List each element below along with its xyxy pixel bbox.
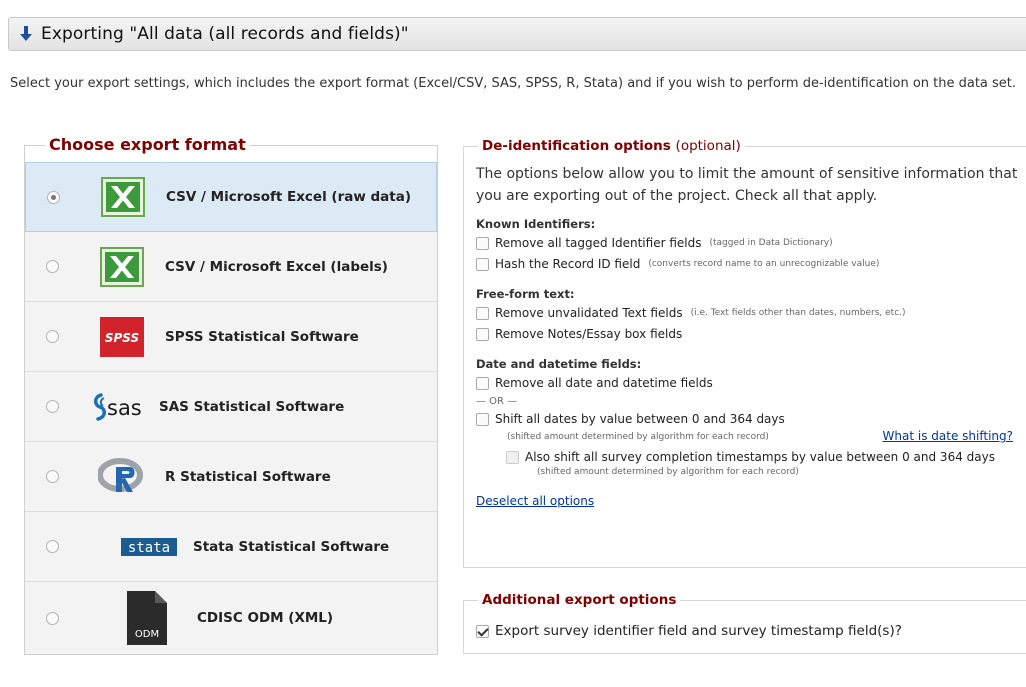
date-fields-title: Date and datetime fields: [476,357,642,371]
format-option-sas[interactable]: sas SAS Statistical Software [25,372,437,442]
remove-tagged-label: Remove all tagged Identifier fields [495,236,702,250]
shift-dates-checkbox[interactable] [476,413,489,426]
deselect-all-link[interactable]: Deselect all options [476,494,594,508]
remove-text-checkbox[interactable] [476,307,489,320]
page-title: Exporting "All data (all records and fie… [41,24,409,44]
remove-tagged-checkbox[interactable] [476,237,489,250]
sas-logo: sas [91,383,153,431]
survey-fields-option[interactable]: Export survey identifier field and surve… [476,623,902,640]
remove-dates-label: Remove all date and datetime fields [495,376,713,390]
remove-text-note: (i.e. Text fields other than dates, numb… [690,308,906,318]
remove-notes-checkbox[interactable] [476,328,489,341]
additional-options-panel: Additional export options Export survey … [463,591,1026,654]
shift-survey-label: Also shift all survey completion timesta… [525,450,995,464]
shift-dates-note-line: (shifted amount determined by algorithm … [495,428,1013,445]
format-label: R Statistical Software [165,468,331,485]
what-is-date-shifting-link[interactable]: What is date shifting? [883,428,1013,445]
freeform-title: Free-form text: [476,287,575,301]
hash-record-label: Hash the Record ID field [495,257,641,271]
remove-tagged-option[interactable]: Remove all tagged Identifier fields (tag… [476,235,1026,252]
format-option-stata[interactable]: stata Stata Statistical Software [25,512,437,582]
deidentification-panel: De-identification options (optional) The… [463,137,1026,568]
additional-options-content: Export survey identifier field and surve… [476,623,902,644]
format-label: Stata Statistical Software [193,538,390,555]
additional-options-legend: Additional export options [478,591,681,609]
format-option-csv-raw[interactable]: CSV / Microsoft Excel (raw data) [25,162,437,232]
survey-fields-checkbox[interactable] [476,625,489,638]
stata-logo-text: stata [128,540,170,556]
shift-survey-checkbox[interactable] [506,451,519,464]
export-format-panel: Choose export format CSV / Microsoft Exc… [24,136,438,655]
remove-text-option[interactable]: Remove unvalidated Text fields (i.e. Tex… [476,305,1026,322]
shift-survey-note: (shifted amount determined by algorithm … [537,467,799,477]
intro-text: Select your export settings, which inclu… [10,76,1017,91]
format-radio-csv-raw[interactable] [47,190,60,204]
shift-survey-option[interactable]: Also shift all survey completion timesta… [506,449,1026,478]
format-label: SAS Statistical Software [159,398,345,415]
hash-record-checkbox[interactable] [476,258,489,271]
remove-notes-option[interactable]: Remove Notes/Essay box fields [476,326,1026,343]
sas-logo-text: sas [107,396,142,420]
deid-legend-optional: (optional) [675,138,741,154]
remove-tagged-note: (tagged in Data Dictionary) [709,238,833,248]
export-format-legend: Choose export format [45,136,250,154]
format-label: CSV / Microsoft Excel (labels) [165,258,388,275]
spss-logo-text: SPSS [105,331,139,345]
shift-dates-label: Shift all dates by value between 0 and 3… [495,412,785,426]
excel-icon [97,173,149,221]
shift-dates-block: Shift all dates by value between 0 and 3… [495,411,1015,445]
survey-fields-label: Export survey identifier field and surve… [495,623,902,639]
shift-dates-option[interactable]: Shift all dates by value between 0 and 3… [476,411,1026,445]
shift-dates-note: (shifted amount determined by algorithm … [507,431,769,442]
format-radio-sas[interactable] [46,400,59,413]
remove-text-label: Remove unvalidated Text fields [495,306,683,320]
format-radio-r[interactable] [46,470,59,483]
remove-dates-option[interactable]: Remove all date and datetime fields [476,375,1026,392]
format-radio-csv-labels[interactable] [46,260,59,273]
format-label: CSV / Microsoft Excel (raw data) [166,189,412,205]
hash-record-option[interactable]: Hash the Record ID field (converts recor… [476,256,1026,273]
deselect-wrap: Deselect all options [476,494,1026,509]
export-header-bar[interactable]: Exporting "All data (all records and fie… [8,17,1026,51]
format-option-csv-labels[interactable]: CSV / Microsoft Excel (labels) [25,232,437,302]
arrow-down-icon [20,26,32,41]
remove-dates-checkbox[interactable] [476,377,489,390]
r-logo [96,453,148,501]
remove-notes-label: Remove Notes/Essay box fields [495,327,683,341]
export-format-list: CSV / Microsoft Excel (raw data) CSV / M… [25,162,437,654]
format-option-odm[interactable]: ODM CDISC ODM (XML) [25,582,437,654]
odm-file-icon: ODM [121,588,173,648]
hash-record-note: (converts record name to an unrecognizab… [648,259,880,269]
known-identifiers-title: Known Identifiers: [476,217,596,231]
stata-logo: stata [121,523,177,571]
format-option-r[interactable]: R Statistical Software [25,442,437,512]
odm-logo-text: ODM [135,629,159,640]
format-radio-odm[interactable] [46,611,59,625]
deid-intro: The options below allow you to limit the… [476,166,1018,204]
format-label: CDISC ODM (XML) [197,610,334,626]
or-divider: — OR — [476,396,518,407]
format-label: SPSS Statistical Software [165,328,359,345]
format-option-spss[interactable]: SPSS SPSS Statistical Software [25,302,437,372]
deid-content: The options below allow you to limit the… [476,163,1026,509]
spss-logo: SPSS [96,313,148,361]
excel-icon [96,243,148,291]
deid-legend: De-identification options (optional) [478,137,745,155]
shift-survey-block: Also shift all survey completion timesta… [525,449,995,478]
deid-legend-title: De-identification options [482,138,671,154]
format-radio-stata[interactable] [46,540,59,553]
format-radio-spss[interactable] [46,330,59,343]
